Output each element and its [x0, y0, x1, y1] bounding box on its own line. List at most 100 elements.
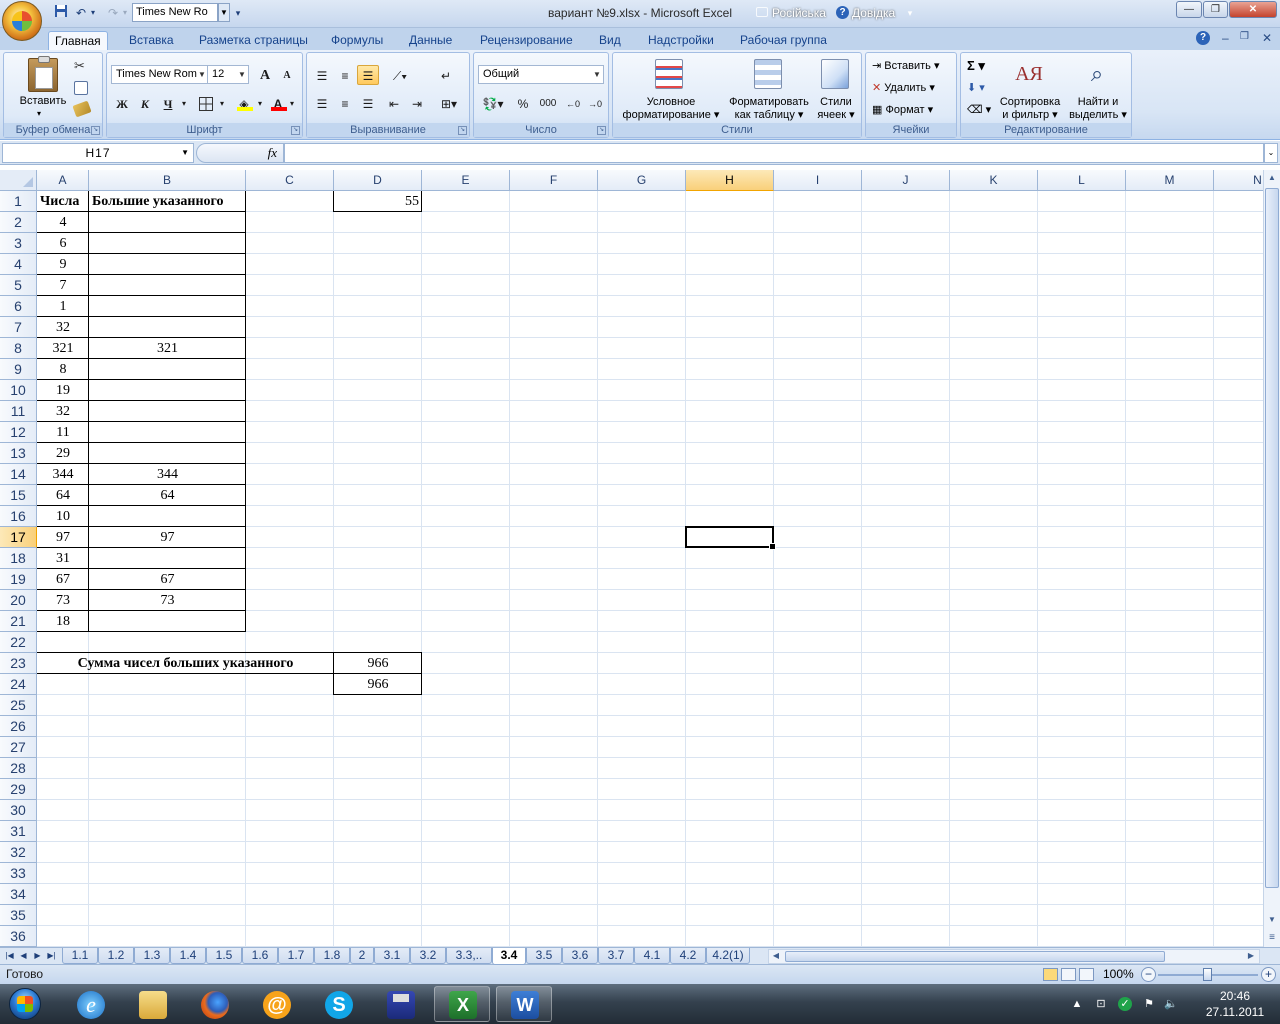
- currency-format-icon[interactable]: 💱▾: [478, 93, 508, 113]
- expand-formula-bar-icon[interactable]: ⌄: [1264, 143, 1278, 163]
- column-header-b[interactable]: B: [89, 170, 246, 191]
- insert-function-button[interactable]: fx: [196, 143, 284, 163]
- italic-button[interactable]: К: [134, 93, 156, 113]
- row-header-36[interactable]: 36: [0, 926, 37, 947]
- tab-formulas[interactable]: Формулы: [325, 31, 389, 50]
- tab-addins[interactable]: Надстройки: [642, 31, 720, 50]
- cell-a23[interactable]: Сумма чисел больших указанного: [37, 653, 334, 674]
- sheet-tab-1.8[interactable]: 1.8: [314, 948, 350, 964]
- cell-a18[interactable]: 31: [37, 548, 89, 569]
- taskbar-firefox[interactable]: [186, 986, 242, 1022]
- row-header-1[interactable]: 1: [0, 191, 37, 212]
- row-header-19[interactable]: 19: [0, 569, 37, 590]
- sort-filter-icon[interactable]: AЯ: [1015, 59, 1043, 89]
- cell-b17[interactable]: 97: [89, 527, 246, 548]
- cell-a12[interactable]: 11: [37, 422, 89, 443]
- sheet-tab-3.6[interactable]: 3.6: [562, 948, 598, 964]
- format-as-table-icon[interactable]: [754, 59, 782, 89]
- cell-a17[interactable]: 97: [37, 527, 89, 548]
- merge-center-icon[interactable]: ⊞▾: [435, 93, 463, 113]
- next-sheet-icon[interactable]: ▶: [32, 949, 43, 963]
- page-layout-view-icon[interactable]: [1061, 968, 1076, 981]
- increase-decimal-icon[interactable]: ←0: [562, 93, 584, 113]
- row-header-18[interactable]: 18: [0, 548, 37, 569]
- zoom-level[interactable]: 100%: [1103, 967, 1134, 981]
- fill-button[interactable]: ⬇ ▾: [967, 81, 985, 95]
- sheet-tab-1.6[interactable]: 1.6: [242, 948, 278, 964]
- increase-indent-icon[interactable]: ⇥: [406, 93, 428, 113]
- column-header-a[interactable]: A: [37, 170, 89, 191]
- cell-a6[interactable]: 1: [37, 296, 89, 317]
- conditional-formatting-icon[interactable]: [655, 59, 683, 89]
- cell-a19[interactable]: 67: [37, 569, 89, 590]
- underline-dropdown-icon[interactable]: ▾: [179, 93, 189, 113]
- cell-styles-icon[interactable]: [821, 59, 849, 89]
- taskbar-skype[interactable]: S: [310, 986, 366, 1022]
- redo-dropdown-icon[interactable]: ▾: [120, 4, 130, 22]
- sort-filter-line2[interactable]: и фильтр ▾: [995, 109, 1065, 121]
- scroll-down-icon[interactable]: ▼: [1264, 912, 1280, 928]
- row-header-4[interactable]: 4: [0, 254, 37, 275]
- cell-a10[interactable]: 19: [37, 380, 89, 401]
- row-header-35[interactable]: 35: [0, 905, 37, 926]
- clock[interactable]: 20:46 27.11.2011: [1200, 988, 1270, 1020]
- row-header-29[interactable]: 29: [0, 779, 37, 800]
- column-header-e[interactable]: E: [422, 170, 510, 191]
- clear-button[interactable]: ⌫ ▾: [967, 103, 991, 117]
- row-header-12[interactable]: 12: [0, 422, 37, 443]
- number-format-combo[interactable]: Общий ▼: [478, 65, 604, 84]
- align-middle-icon[interactable]: ≡: [334, 65, 356, 85]
- cell-a4[interactable]: 9: [37, 254, 89, 275]
- volume-icon[interactable]: 🔈: [1164, 997, 1178, 1011]
- row-header-3[interactable]: 3: [0, 233, 37, 254]
- sheet-tab-3.3,..[interactable]: 3.3,..: [446, 948, 492, 964]
- sheet-tab-1.7[interactable]: 1.7: [278, 948, 314, 964]
- cell-grid[interactable]: Числа Большие указанного 55 4 6 9 7 1 32 321 321 8 1…: [37, 191, 1263, 947]
- cell-a9[interactable]: 8: [37, 359, 89, 380]
- row-header-20[interactable]: 20: [0, 590, 37, 611]
- scroll-right-icon[interactable]: ▶: [1244, 949, 1258, 963]
- row-header-22[interactable]: 22: [0, 632, 37, 653]
- column-header-d[interactable]: D: [334, 170, 422, 191]
- row-header-31[interactable]: 31: [0, 821, 37, 842]
- sheet-tab-1.2[interactable]: 1.2: [98, 948, 134, 964]
- taskbar-explorer[interactable]: [124, 986, 180, 1022]
- font-name-combo[interactable]: Times New Rom ▼: [111, 65, 209, 84]
- zoom-slider-knob[interactable]: [1203, 968, 1212, 981]
- decrease-decimal-icon[interactable]: →0: [584, 93, 606, 113]
- show-hidden-icons-icon[interactable]: ▲: [1070, 997, 1084, 1011]
- column-header-g[interactable]: G: [598, 170, 686, 191]
- tab-data[interactable]: Данные: [403, 31, 458, 50]
- taskbar-word[interactable]: W: [496, 986, 552, 1022]
- language-indicator[interactable]: Російська: [772, 6, 826, 20]
- column-header-f[interactable]: F: [510, 170, 598, 191]
- column-header-m[interactable]: M: [1126, 170, 1214, 191]
- row-header-34[interactable]: 34: [0, 884, 37, 905]
- tab-page-layout[interactable]: Разметка страницы: [193, 31, 314, 50]
- first-sheet-icon[interactable]: |◀: [4, 949, 15, 963]
- scroll-up-icon[interactable]: ▲: [1264, 170, 1280, 186]
- format-as-table-line2[interactable]: как таблицу ▾: [725, 109, 813, 121]
- row-header-25[interactable]: 25: [0, 695, 37, 716]
- alignment-launcher-icon[interactable]: ↘: [458, 126, 467, 135]
- paste-dropdown-icon[interactable]: ▾: [37, 108, 41, 120]
- taskbar-ie[interactable]: e: [62, 986, 118, 1022]
- column-header-j[interactable]: J: [862, 170, 950, 191]
- tab-view[interactable]: Вид: [593, 31, 627, 50]
- borders-dropdown-icon[interactable]: ▾: [217, 93, 227, 113]
- font-launcher-icon[interactable]: ↘: [291, 126, 300, 135]
- cell-a14[interactable]: 344: [37, 464, 89, 485]
- messenger-icon[interactable]: ✓: [1118, 997, 1132, 1011]
- cell-a21[interactable]: 18: [37, 611, 89, 632]
- row-header-7[interactable]: 7: [0, 317, 37, 338]
- cell-styles-line1[interactable]: Стили: [813, 96, 859, 108]
- language-bar-options-icon[interactable]: ▾: [904, 4, 916, 22]
- save-icon[interactable]: [52, 4, 70, 22]
- customize-qat-icon[interactable]: ▾: [232, 4, 244, 22]
- cell-b15[interactable]: 64: [89, 485, 246, 506]
- zoom-in-icon[interactable]: +: [1261, 967, 1276, 982]
- row-header-14[interactable]: 14: [0, 464, 37, 485]
- qat-font-combo[interactable]: Times New Ro: [132, 3, 218, 22]
- tab-workgroup[interactable]: Рабочая группа: [734, 31, 833, 50]
- thousands-button[interactable]: 000: [536, 93, 560, 113]
